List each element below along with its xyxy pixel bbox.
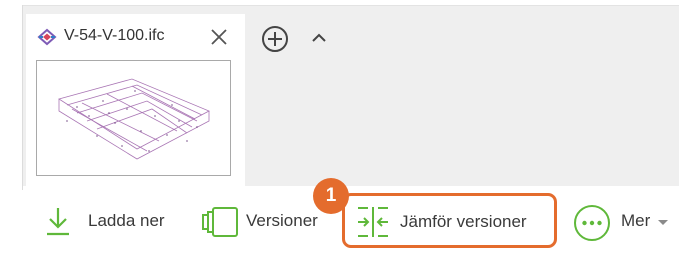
- versions-button[interactable]: Versioner: [196, 200, 330, 244]
- file-title: V-54-V-100.ifc: [64, 27, 165, 44]
- versions-icon: [202, 207, 238, 237]
- plus-circle-icon[interactable]: [260, 24, 290, 54]
- download-label: Ladda ner: [88, 211, 165, 230]
- caret-down-icon: [658, 220, 668, 225]
- more-dots-icon: [574, 205, 610, 241]
- versions-label: Versioner: [246, 211, 318, 230]
- model-thumbnail[interactable]: [36, 60, 231, 176]
- model-preview-image: [58, 78, 210, 160]
- download-icon: [47, 208, 69, 236]
- step-number-badge: 1: [313, 178, 349, 214]
- file-card[interactable]: V-54-V-100.ifc: [26, 14, 245, 190]
- close-icon[interactable]: [209, 27, 229, 47]
- download-button[interactable]: Ladda ner: [40, 200, 180, 244]
- chevron-up-icon[interactable]: [307, 27, 331, 49]
- more-button[interactable]: Mer: [571, 200, 675, 244]
- more-label: Mer: [621, 211, 651, 230]
- compare-highlight-frame: [342, 193, 557, 248]
- ifc-model-icon: [37, 28, 57, 46]
- file-card-header: V-54-V-100.ifc: [26, 14, 245, 58]
